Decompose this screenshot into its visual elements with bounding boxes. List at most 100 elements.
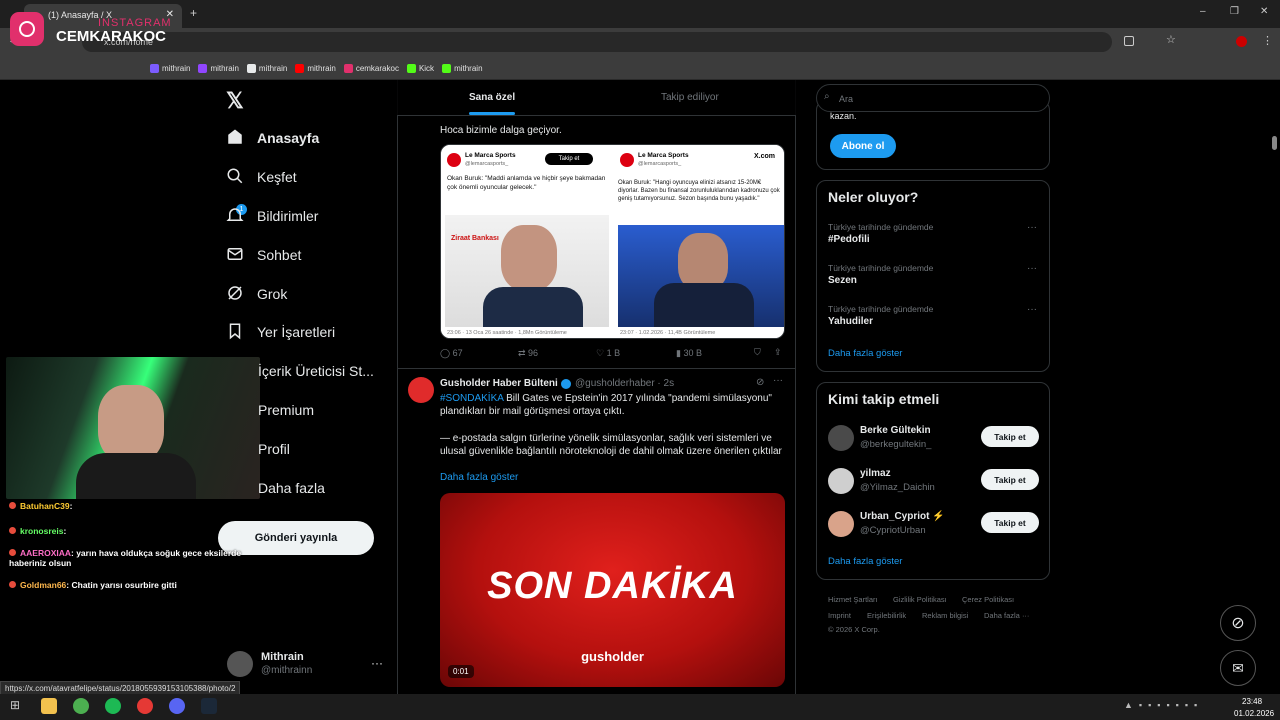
- bookmark-icon: [406, 63, 416, 73]
- start-icon[interactable]: ⊞: [10, 698, 26, 714]
- chat-message: AAEROXIAA: yarın hava oldukça soğuk gece…: [9, 548, 269, 568]
- search-placeholder: Ara: [839, 94, 854, 104]
- taskbar-time: 23:48: [1242, 697, 1263, 706]
- who-show-more[interactable]: Daha fazla göster: [828, 556, 902, 567]
- taskbar: [0, 694, 1280, 720]
- suggest-avatar[interactable]: [828, 511, 854, 537]
- share-icon[interactable]: ⇪: [774, 347, 782, 358]
- trend-topic[interactable]: Sezen: [828, 275, 857, 286]
- footer-link[interactable]: Imprint: [828, 611, 851, 620]
- trend-more-icon[interactable]: ···: [1027, 304, 1037, 315]
- chrome-active-icon[interactable]: [137, 698, 153, 714]
- footer-link[interactable]: Hizmet Şartları: [828, 595, 878, 604]
- suggest-name[interactable]: Urban_Cypriot ⚡: [860, 511, 945, 522]
- suggest-name[interactable]: yilmaz: [860, 468, 891, 479]
- trends-show-more[interactable]: Daha fazla göster: [828, 348, 902, 359]
- new-tab-icon[interactable]: +: [190, 6, 197, 20]
- follow-button[interactable]: Takip et: [981, 469, 1039, 490]
- chrome-icon[interactable]: [73, 698, 89, 714]
- repost-button[interactable]: ⇄ 96: [518, 348, 538, 359]
- spotify-icon[interactable]: [105, 698, 121, 714]
- footer-link[interactable]: Çerez Politikası: [962, 595, 1014, 604]
- nav-item-7[interactable]: Premium: [258, 396, 314, 424]
- nav-item-4[interactable]: Grok: [226, 280, 287, 308]
- bookmark-item[interactable]: mithrain: [442, 56, 483, 80]
- active-tab-indicator: [469, 112, 515, 115]
- nav-item-5[interactable]: Yer İşaretleri: [226, 318, 335, 346]
- subscribe-button[interactable]: Abone ol: [830, 134, 896, 158]
- trend-topic[interactable]: #Pedofili: [828, 234, 870, 245]
- reply-icon: ◯: [440, 348, 453, 358]
- suggest-avatar[interactable]: [828, 425, 854, 451]
- bookmark-icon[interactable]: ⛉: [754, 347, 761, 358]
- bookmark-label: mithrain: [258, 63, 288, 73]
- bookmark-icon: [442, 63, 452, 73]
- reply-button[interactable]: ◯ 67: [440, 348, 463, 359]
- close-window-icon[interactable]: ✕: [1260, 6, 1268, 17]
- tray-icons[interactable]: ▲▪▪▪▪▪▪▪: [1124, 700, 1203, 710]
- explorer-icon[interactable]: [41, 698, 57, 714]
- home-icon: [226, 128, 257, 149]
- footer-link[interactable]: © 2026 X Corp.: [828, 625, 880, 634]
- trend-topic[interactable]: Yahudiler: [828, 316, 873, 327]
- tweet2-author[interactable]: Gusholder Haber Bülteni: [440, 378, 558, 389]
- cast-icon[interactable]: [1124, 36, 1134, 46]
- grok-fab-icon[interactable]: ⊘: [1220, 605, 1256, 641]
- suggest-avatar[interactable]: [828, 468, 854, 494]
- bookmark-item[interactable]: mithrain: [246, 56, 288, 80]
- gusholder-avatar[interactable]: [408, 377, 434, 403]
- follow-button[interactable]: Takip et: [981, 512, 1039, 533]
- bookmark-icon: [226, 322, 257, 343]
- menu-icon[interactable]: ⋮: [1262, 34, 1273, 47]
- steam-icon[interactable]: [201, 698, 217, 714]
- star-icon[interactable]: ☆: [1166, 33, 1176, 46]
- trend-more-icon[interactable]: ···: [1027, 222, 1037, 233]
- tweet2-video[interactable]: SON DAKİKA gusholder 0:01: [440, 493, 785, 687]
- bookmark-item[interactable]: cemkarakoc: [343, 56, 399, 80]
- bookmark-item[interactable]: mithrain: [198, 56, 239, 80]
- minimize-icon[interactable]: –: [1200, 6, 1206, 17]
- tab-following[interactable]: Takip ediliyor: [661, 92, 719, 103]
- left-card-quote: Okan Buruk: "Maddi anlamda ve hiçbir şey…: [447, 175, 606, 191]
- search-icon: ⌕: [824, 91, 830, 102]
- tweet2-more-icon[interactable]: ···: [773, 375, 783, 386]
- footer-link[interactable]: Erişilebilirlik: [867, 611, 906, 620]
- messages-fab-icon[interactable]: ✉: [1220, 650, 1256, 686]
- profile-avatar[interactable]: [1236, 36, 1247, 47]
- x-logo-icon[interactable]: 𝕏: [226, 88, 244, 114]
- footer-link[interactable]: Daha fazla ···: [984, 611, 1029, 620]
- nav-item-2[interactable]: Bildirimler: [226, 202, 318, 230]
- search-input[interactable]: Ara: [816, 84, 1050, 112]
- tweet2-show-more[interactable]: Daha fazla göster: [440, 472, 518, 483]
- follow-button[interactable]: Takip et: [981, 426, 1039, 447]
- right-card-handle: @lemarcasports_: [638, 161, 682, 167]
- tab-for-you[interactable]: Sana özel: [469, 92, 515, 103]
- address-bar[interactable]: x.com/home: [82, 32, 1112, 52]
- tweet1-media[interactable]: Le Marca Sports @lemarcasports_ Takip et…: [440, 144, 785, 339]
- nav-item-9[interactable]: Daha fazla: [258, 474, 325, 502]
- discord-icon[interactable]: [169, 698, 185, 714]
- bookmark-item[interactable]: mithrain: [295, 56, 336, 80]
- bookmark-item[interactable]: Kick: [406, 56, 434, 80]
- suggest-name[interactable]: Berke Gültekin: [860, 425, 931, 436]
- bookmark-label: mithrain: [307, 63, 336, 73]
- account-avatar[interactable]: [227, 651, 253, 677]
- nav-item-3[interactable]: Sohbet: [226, 241, 301, 269]
- footer-link[interactable]: Gizlilik Politikası: [893, 595, 947, 604]
- trend-more-icon[interactable]: ···: [1027, 263, 1037, 274]
- page-scrollbar[interactable]: [1272, 136, 1277, 150]
- bookmark-item[interactable]: mithrain: [150, 56, 190, 80]
- grok-tweet-icon[interactable]: ⊘: [756, 377, 764, 388]
- views-button[interactable]: ▮ 30 B: [676, 348, 702, 359]
- account-more-icon[interactable]: ···: [371, 656, 383, 670]
- footer-link[interactable]: Reklam bilgisi: [922, 611, 968, 620]
- maximize-icon[interactable]: ❐: [1230, 6, 1239, 17]
- nav-item-0[interactable]: Anasayfa: [226, 124, 319, 152]
- nav-item-6[interactable]: İçerik Üreticisi St...: [258, 357, 374, 385]
- tweet2-hashtag[interactable]: #SONDAKİKA: [440, 393, 503, 404]
- like-button[interactable]: ♡ 1 B: [596, 348, 620, 359]
- nav-item-8[interactable]: Profil: [258, 435, 290, 463]
- nav-item-1[interactable]: Keşfet: [226, 163, 297, 191]
- search-icon: [226, 167, 257, 188]
- nav-label: Keşfet: [257, 169, 297, 185]
